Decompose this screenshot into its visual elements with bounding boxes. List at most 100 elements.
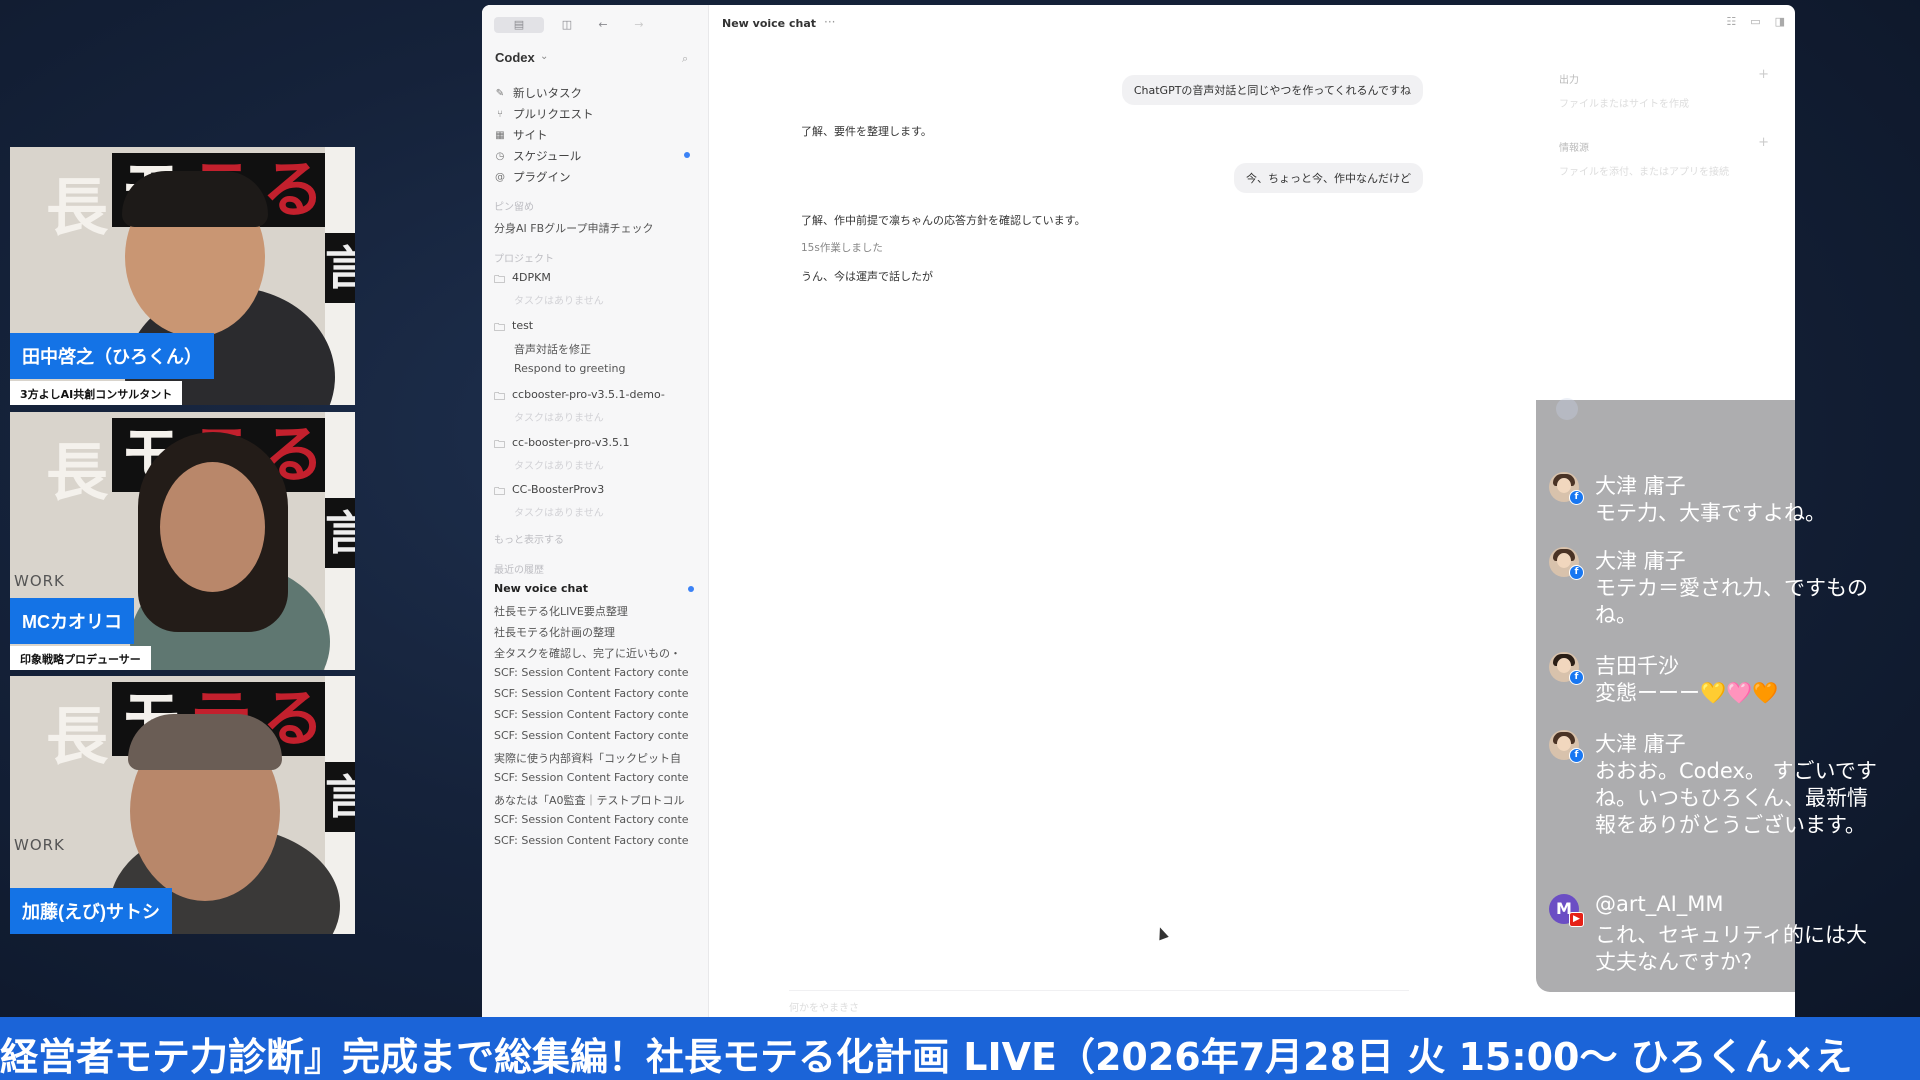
bg-kanji: 言 — [325, 233, 355, 303]
unread-dot — [684, 152, 690, 158]
output-hint: ファイルまたはサイトを作成 — [1559, 99, 1689, 110]
output-panel: 出力 + ファイルまたはサイトを作成 情報源 + ファイルを添付、またはアプリを… — [1559, 53, 1769, 193]
user-message: 今、ちょっと今、作中なんだけど — [1234, 163, 1423, 193]
comment-text: おおお。Codex。 すごいですね。いつもひろくん、最新情報をありがとうございま… — [1595, 759, 1877, 837]
comment-author: 大津 庸子 — [1595, 732, 1686, 756]
diff-icon[interactable]: ☷ — [1726, 15, 1736, 28]
search-icon[interactable]: ⌕ — [682, 52, 688, 66]
assistant-message: 了解、作中前提で凛ちゃんの応答方針を確認しています。 — [801, 214, 1086, 227]
user-message: ChatGPTの音声対話と同じやつを作ってくれるんですね — [1121, 75, 1423, 105]
recent-item-active[interactable]: New voice chat — [494, 582, 694, 595]
recent-item[interactable]: 全タスクを確認し、完了に近いもの・ — [494, 645, 694, 661]
bg-kanji: 言 — [325, 498, 355, 568]
broadcast-ticker: 経営者モテ力診断』完成まで総集編！社長モテる化計画 LIVE（2026年7月28… — [0, 1017, 1920, 1080]
participant-tile-2: 長 モ テ る 言 WORK MCカオリコ 印象戦略プロデューサー — [10, 412, 355, 670]
back-icon[interactable]: ← — [590, 17, 616, 33]
pull-request-icon: ⑂ — [497, 108, 503, 120]
project-task[interactable]: Respond to greeting — [514, 362, 625, 375]
ticker-text: 経営者モテ力診断』完成まで総集編！社長モテる化計画 LIVE（2026年7月28… — [0, 1035, 1853, 1079]
comment-text: これ、セキュリティ的には大丈夫なんですか？ — [1595, 923, 1867, 974]
bg-work-text: WORK — [14, 836, 65, 854]
facebook-icon: f — [1569, 670, 1584, 685]
more-icon[interactable]: ··· — [824, 15, 835, 29]
person-face — [160, 462, 265, 592]
project-name: CC-BoosterProv3 — [512, 483, 605, 496]
comment-author: 吉田千沙 — [1595, 654, 1679, 678]
nav-label: 新しいタスク — [513, 86, 582, 100]
project-name: ccbooster-pro-v3.5.1-demo- — [512, 388, 665, 401]
panel-icon[interactable]: ◫ — [554, 17, 580, 33]
nav-pull-requests[interactable]: ⑂ プルリクエスト — [494, 106, 594, 122]
project-item[interactable]: 🗀 4DPKM — [494, 271, 551, 290]
comment-text: モテ力、大事ですよね。 — [1595, 501, 1826, 525]
source-header: 情報源 — [1559, 143, 1589, 154]
comment-author: 大津 庸子 — [1595, 549, 1686, 573]
recent-item[interactable]: SCF: Session Content Factory conte — [494, 708, 694, 721]
nav-plugins[interactable]: @ プラグイン — [494, 169, 571, 185]
workspace-name[interactable]: Codex — [495, 50, 535, 65]
message-composer[interactable]: 何かをやまきさ — [789, 990, 1409, 1017]
comment-author: @art_AI_MM — [1595, 892, 1724, 916]
show-more-link[interactable]: もっと表示する — [494, 531, 564, 546]
project-item[interactable]: 🗀 ccbooster-pro-v3.5.1-demo- — [494, 388, 665, 407]
sidebar-toggle-icon[interactable]: ▤ — [494, 17, 544, 33]
bg-kanji: 長 — [46, 700, 109, 773]
folder-icon: 🗀 — [494, 321, 505, 334]
sidebar-toolbar: ▤ ◫ ← → — [494, 17, 652, 33]
youtube-icon: ▶ — [1569, 912, 1584, 927]
recent-item[interactable]: あなたは「A0監査｜テストプロトコル — [494, 792, 694, 808]
add-output-icon[interactable]: + — [1758, 67, 1769, 82]
bg-side-bar: 言 — [325, 412, 355, 670]
nav-new-task[interactable]: ✎ 新しいタスク — [494, 85, 582, 101]
nav-sites[interactable]: ▦ サイト — [494, 127, 548, 143]
participant-role: 印象戦略プロデューサー — [10, 646, 151, 670]
facebook-icon: f — [1569, 490, 1584, 505]
comment-author: 大津 庸子 — [1595, 474, 1686, 498]
pinned-header: ピン留め — [494, 202, 534, 213]
nav-label: サイト — [513, 128, 548, 142]
bg-work-text: WORK — [14, 572, 65, 590]
project-empty-text: タスクはありません — [514, 413, 604, 424]
window-controls: ☷ ▭ ◨ — [1726, 15, 1785, 28]
recent-item[interactable]: SCF: Session Content Factory conte — [494, 834, 694, 847]
participant-name: MCカオリコ — [10, 598, 134, 644]
recent-item[interactable]: 実際に使う内部資料「コックピット自 — [494, 750, 694, 766]
recent-header: 最近の履歴 — [494, 565, 544, 576]
project-item[interactable]: 🗀 cc-booster-pro-v3.5.1 — [494, 436, 629, 455]
person-hair — [128, 714, 282, 770]
forward-icon[interactable]: → — [626, 17, 652, 33]
project-empty-text: タスクはありません — [514, 296, 604, 307]
recent-item[interactable]: SCF: Session Content Factory conte — [494, 729, 694, 742]
chevron-down-icon[interactable]: ⌄ — [540, 51, 548, 62]
project-name: test — [512, 319, 534, 332]
comment-text: 変態ーーー💛🩷🧡 — [1595, 681, 1779, 705]
project-item[interactable]: 🗀 test — [494, 319, 533, 338]
layout-icon[interactable]: ▭ — [1750, 15, 1760, 28]
recent-item[interactable]: SCF: Session Content Factory conte — [494, 687, 694, 700]
recent-item[interactable]: 社長モテる化LIVE要点整理 — [494, 603, 694, 619]
nav-label: スケジュール — [513, 149, 582, 163]
bg-kanji: 長 — [46, 436, 109, 509]
project-task[interactable]: 音声対話を修正 — [514, 341, 591, 357]
project-empty-text: タスクはありません — [514, 461, 604, 472]
folder-icon: 🗀 — [494, 438, 505, 451]
pinned-item[interactable]: 分身AI FBグループ申請チェック — [494, 220, 694, 236]
person-hair — [122, 171, 268, 227]
participant-tile-1: 長 モ テ る 言 WORK 田中啓之（ひろくん） 3方よしAI共創コンサルタン… — [10, 147, 355, 405]
assistant-message: 了解、要件を整理します。 — [801, 125, 932, 138]
nav-schedule[interactable]: ◷ スケジュール — [494, 148, 582, 164]
recent-item[interactable]: SCF: Session Content Factory conte — [494, 771, 694, 784]
faded-avatar — [1556, 398, 1578, 420]
facebook-icon: f — [1569, 748, 1584, 763]
recent-item[interactable]: SCF: Session Content Factory conte — [494, 666, 694, 679]
active-dot — [688, 586, 694, 592]
panel-right-icon[interactable]: ◨ — [1775, 15, 1785, 28]
project-item[interactable]: 🗀 CC-BoosterProv3 — [494, 483, 604, 502]
plugin-icon: @ — [495, 171, 505, 183]
add-source-icon[interactable]: + — [1758, 135, 1769, 150]
recent-item[interactable]: SCF: Session Content Factory conte — [494, 813, 694, 826]
recent-item[interactable]: 社長モテる化計画の整理 — [494, 624, 694, 640]
bg-kanji: 言 — [325, 762, 355, 832]
work-duration[interactable]: 15s作業しました — [801, 240, 883, 255]
project-name: 4DPKM — [512, 271, 551, 284]
